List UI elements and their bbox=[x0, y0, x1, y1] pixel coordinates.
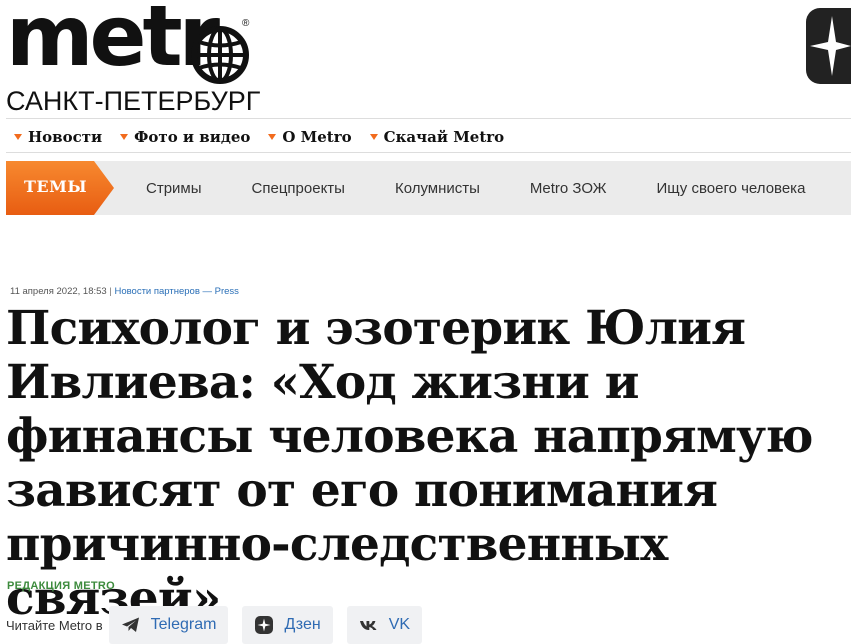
logo-wordmark: metr bbox=[6, 0, 220, 85]
telegram-icon bbox=[121, 617, 139, 632]
dzen-button[interactable]: Дзен bbox=[242, 606, 333, 644]
themes-tag[interactable]: ТЕМЫ bbox=[6, 161, 114, 215]
article-author[interactable]: РЕДАКЦИЯ METRO bbox=[7, 580, 115, 592]
article-title: Психолог и эзотерик Юлия Ивлиева: «Ход ж… bbox=[6, 301, 813, 626]
vk-button[interactable]: VK bbox=[346, 606, 423, 644]
triangle-down-icon bbox=[14, 134, 22, 140]
subscribe-label: Читайте Metro в bbox=[6, 617, 103, 633]
themes-links: Стримы Спецпроекты Колумнисты Metro ЗОЖ … bbox=[146, 161, 805, 215]
nav-item-label: Новости bbox=[28, 128, 103, 146]
vk-button-label: VK bbox=[388, 616, 411, 633]
article-date: 11 апреля 2022, 18:53 bbox=[10, 286, 107, 297]
nav-item-about[interactable]: О Metro bbox=[268, 128, 352, 146]
dzen-icon bbox=[255, 616, 274, 634]
city-name: САНКТ-ПЕТЕРБУРГ bbox=[6, 86, 261, 116]
nav-item-label: О Metro bbox=[282, 128, 352, 146]
vk-icon bbox=[359, 621, 377, 630]
top-nav: Новости Фото и видео О Metro Скачай Metr… bbox=[14, 128, 504, 146]
meta-separator: | bbox=[109, 286, 112, 297]
triangle-down-icon bbox=[120, 134, 129, 140]
theme-link-metro-zozh[interactable]: Metro ЗОЖ bbox=[530, 180, 607, 197]
article-meta: 11 апреля 2022, 18:53 | Новости партнеро… bbox=[10, 286, 239, 297]
nav-item-news[interactable]: Новости bbox=[14, 128, 102, 146]
app-badge-icon[interactable] bbox=[806, 8, 851, 84]
theme-link-streams[interactable]: Стримы bbox=[146, 180, 202, 197]
triangle-down-icon bbox=[268, 134, 277, 140]
nav-item-download[interactable]: Скачай Metro bbox=[369, 128, 505, 146]
theme-link-special-projects[interactable]: Спецпроекты bbox=[252, 180, 345, 197]
globe-icon bbox=[191, 26, 249, 84]
subscribe-row: Читайте Metro в Telegram Дзен VK bbox=[6, 606, 436, 644]
site-logo[interactable]: metr ® САНКТ-ПЕТЕРБУРГ bbox=[6, 0, 260, 116]
nav-item-label: Скачай Metro bbox=[383, 128, 505, 146]
nav-divider bbox=[6, 152, 851, 153]
triangle-down-icon bbox=[369, 134, 378, 140]
nav-item-photo-video[interactable]: Фото и видео bbox=[120, 128, 250, 146]
nav-item-label: Фото и видео bbox=[134, 128, 251, 146]
header-divider bbox=[6, 118, 851, 119]
article-category-link[interactable]: Новости партнеров — Press bbox=[114, 286, 238, 297]
theme-link-find-person[interactable]: Ищу своего человека bbox=[657, 180, 806, 197]
dzen-button-label: Дзен bbox=[284, 616, 321, 633]
themes-bar: ТЕМЫ Стримы Спецпроекты Колумнисты Metro… bbox=[6, 161, 851, 215]
telegram-button-label: Telegram bbox=[150, 616, 217, 633]
telegram-button[interactable]: Telegram bbox=[108, 606, 229, 644]
theme-link-columnists[interactable]: Колумнисты bbox=[395, 180, 480, 197]
themes-tag-label: ТЕМЫ bbox=[24, 177, 88, 196]
registered-mark: ® bbox=[242, 18, 250, 29]
